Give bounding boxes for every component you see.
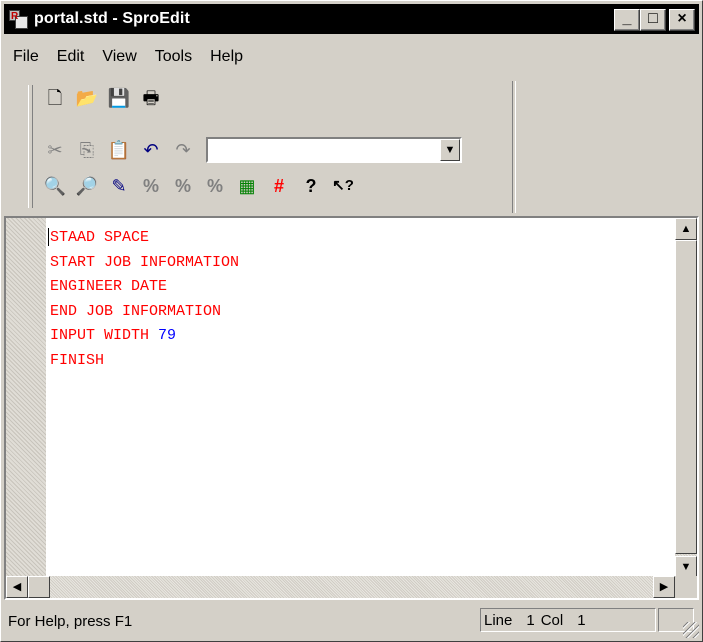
save-icon[interactable]: 💾: [108, 87, 130, 109]
menu-tools[interactable]: Tools: [146, 48, 201, 66]
grid-swap-icon[interactable]: #: [268, 175, 290, 197]
percent-alt-icon[interactable]: %: [172, 175, 194, 197]
redo-icon[interactable]: ↷: [172, 139, 194, 161]
help-icon[interactable]: ?: [300, 175, 322, 197]
close-button[interactable]: ×: [669, 9, 695, 31]
code-token: START JOB INFORMATION: [50, 253, 240, 271]
menu-help[interactable]: Help: [201, 48, 252, 66]
vertical-scroll-thumb[interactable]: [675, 240, 697, 554]
app-window: R portal.std - SproEdit _ □ × File Edit …: [0, 0, 703, 642]
scroll-down-icon[interactable]: ▼: [675, 556, 697, 578]
print-icon[interactable]: 🖶: [140, 87, 162, 109]
menu-file[interactable]: File: [4, 48, 48, 66]
code-token: FINISH: [50, 351, 105, 369]
copy-icon[interactable]: ⎘: [76, 139, 98, 161]
horizontal-scrollbar[interactable]: ◀ ▶: [6, 576, 675, 598]
percent-icon[interactable]: %: [140, 175, 162, 197]
pen-icon[interactable]: ✎: [108, 175, 130, 197]
code-token: INPUT WIDTH: [50, 327, 159, 344]
menu-view[interactable]: View: [93, 48, 145, 66]
toolbar-combo[interactable]: ▼: [206, 137, 462, 163]
resize-grip-icon[interactable]: [683, 622, 699, 638]
calculator-icon[interactable]: ▦: [236, 175, 258, 197]
open-folder-icon[interactable]: 📂: [76, 87, 98, 109]
percent-tool-icon[interactable]: %: [204, 175, 226, 197]
code-line: STAAD SPACE: [46, 226, 675, 251]
status-position: Line 1 Col 1: [480, 608, 656, 632]
line-value: 1: [526, 611, 535, 629]
toolbar-grip[interactable]: [28, 85, 33, 208]
window-title: portal.std - SproEdit: [34, 10, 190, 27]
code-line: FINISH: [46, 349, 675, 374]
code-editor[interactable]: STAAD SPACE START JOB INFORMATION ENGINE…: [46, 218, 675, 578]
col-label: Col: [540, 611, 564, 629]
menu-bar: File Edit View Tools Help: [4, 37, 699, 77]
status-help-text: For Help, press F1: [8, 612, 133, 630]
editor-margin: [6, 218, 46, 578]
text-caret: [48, 228, 49, 246]
new-file-icon[interactable]: 🗋: [44, 87, 66, 109]
code-token: ENGINEER DATE: [50, 278, 168, 295]
horizontal-scroll-thumb[interactable]: [28, 576, 50, 598]
minimize-icon: _: [622, 10, 632, 27]
sproedit-app-icon[interactable]: R: [9, 10, 28, 29]
code-line: START JOB INFORMATION: [46, 251, 675, 276]
cut-icon[interactable]: ✂: [44, 139, 66, 161]
code-number: 79: [158, 327, 177, 344]
menu-edit[interactable]: Edit: [48, 48, 94, 66]
paste-icon[interactable]: 📋: [108, 139, 130, 161]
toolbar-separator: [512, 81, 516, 213]
editor-frame: STAAD SPACE START JOB INFORMATION ENGINE…: [4, 216, 699, 600]
maximize-icon: □: [648, 10, 658, 27]
scrollbar-corner: [675, 576, 697, 598]
col-value: 1: [577, 611, 586, 629]
undo-icon[interactable]: ↶: [140, 139, 162, 161]
scroll-up-icon[interactable]: ▲: [675, 218, 697, 240]
status-bar: For Help, press F1 Line 1 Col 1: [4, 604, 699, 638]
code-token: END JOB INFORMATION: [50, 302, 222, 320]
line-label: Line: [484, 611, 513, 629]
toolbar-area: 🗋 📂 💾 🖶 ✂ ⎘ 📋 ↶ ↷ ▼ 🔍 🔎 ✎ % % % ▦ # ? ↖?: [4, 81, 699, 213]
toolbar-row-file: 🗋 📂 💾 🖶: [44, 87, 172, 109]
window-controls: _ □ ×: [614, 9, 695, 31]
code-line: END JOB INFORMATION: [46, 300, 675, 325]
minimize-button[interactable]: _: [614, 9, 640, 31]
find-icon[interactable]: 🔍: [44, 175, 66, 197]
close-icon: ×: [677, 10, 687, 27]
code-line: ENGINEER DATE: [46, 275, 675, 300]
maximize-button[interactable]: □: [640, 9, 666, 31]
title-bar[interactable]: R portal.std - SproEdit _ □ ×: [4, 4, 699, 34]
code-line: INPUT WIDTH 79: [46, 324, 675, 349]
code-token: STAAD SPACE: [50, 229, 150, 246]
scroll-right-icon[interactable]: ▶: [653, 576, 675, 598]
toolbar-row-tools: 🔍 🔎 ✎ % % % ▦ # ? ↖?: [44, 175, 364, 197]
context-help-icon[interactable]: ↖?: [332, 175, 354, 197]
toolbar-row-edit: ✂ ⎘ 📋 ↶ ↷ ▼: [44, 137, 462, 163]
chevron-down-icon[interactable]: ▼: [440, 139, 460, 161]
find-next-icon[interactable]: 🔎: [76, 175, 98, 197]
vertical-scrollbar[interactable]: ▲ ▼: [675, 218, 697, 578]
scroll-left-icon[interactable]: ◀: [6, 576, 28, 598]
